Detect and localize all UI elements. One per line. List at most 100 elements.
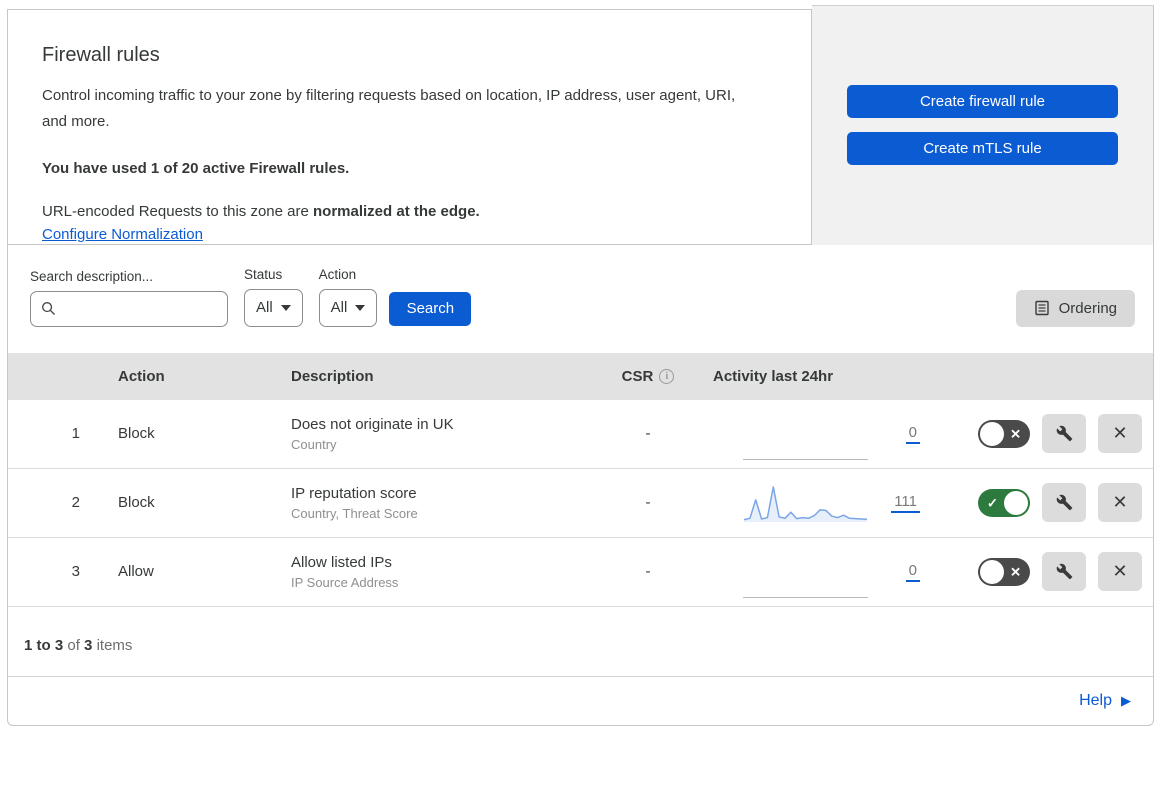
- check-icon: ✓: [987, 495, 998, 510]
- rule-criteria: Country, Threat Score: [291, 505, 418, 521]
- rule-description-cell: IP reputation score Country, Threat Scor…: [268, 485, 598, 521]
- action-selected-value: All: [330, 299, 348, 316]
- search-icon: [42, 302, 55, 315]
- edit-rule-button[interactable]: [1042, 414, 1086, 453]
- search-input[interactable]: [64, 299, 217, 318]
- summary-total: 3: [84, 636, 93, 654]
- chevron-down-icon: [355, 304, 366, 311]
- activity-sparkline: [743, 426, 868, 460]
- summary-range: 1 to 3: [24, 636, 64, 654]
- activity-sparkline: [743, 564, 868, 598]
- rule-index: 2: [71, 494, 80, 511]
- rule-csr-value: -: [645, 425, 651, 442]
- ordering-button-label: Ordering: [1058, 299, 1117, 317]
- rule-action: Block: [118, 425, 155, 442]
- rule-criteria: Country: [291, 436, 337, 452]
- column-action: Action: [118, 367, 165, 385]
- rule-description-cell: Does not originate in UK Country: [268, 416, 598, 452]
- rule-enabled-toggle[interactable]: ✓ ✕: [978, 488, 1030, 517]
- activity-count-link[interactable]: 0: [905, 424, 920, 444]
- activity-count-link[interactable]: 0: [905, 562, 920, 582]
- rule-activity-cell: 0: [698, 546, 928, 598]
- filter-bar: Search description... Status All Action: [8, 245, 1153, 353]
- create-mtls-rule-button[interactable]: Create mTLS rule: [847, 132, 1118, 166]
- page-title: Firewall rules: [42, 44, 160, 66]
- normalization-text: URL-encoded Requests to this zone are: [42, 202, 313, 220]
- edit-rule-button[interactable]: [1042, 483, 1086, 522]
- rule-description: Does not originate in UK: [291, 415, 454, 433]
- delete-rule-button[interactable]: ✕: [1098, 552, 1142, 591]
- toggle-knob: [980, 559, 1004, 584]
- action-label: Action: [318, 266, 357, 282]
- close-icon: ✕: [1112, 492, 1128, 512]
- x-icon: ✕: [1010, 426, 1021, 441]
- rule-description: IP reputation score: [291, 484, 417, 502]
- list-document-icon: [1034, 300, 1049, 316]
- close-icon: ✕: [1112, 423, 1128, 443]
- chevron-down-icon: [280, 304, 291, 311]
- column-csr-label: CSR: [621, 367, 654, 385]
- rule-activity-cell: 0: [698, 408, 928, 460]
- rule-description: Allow listed IPs: [291, 553, 392, 571]
- rule-enabled-toggle[interactable]: ✓ ✕: [978, 557, 1030, 586]
- page-header-section: Firewall rules Control incoming traffic …: [7, 5, 1154, 245]
- wrench-icon: [1056, 563, 1072, 580]
- rule-controls: ✓ ✕ ✕: [928, 414, 1153, 453]
- column-activity: Activity last 24hr: [713, 367, 834, 385]
- wrench-icon: [1056, 494, 1072, 511]
- close-icon: ✕: [1112, 561, 1128, 581]
- column-csr: CSR i: [598, 368, 698, 385]
- action-filter-group: Action All: [318, 266, 378, 327]
- rule-index: 1: [71, 425, 80, 442]
- rule-controls: ✓ ✕ ✕: [928, 552, 1153, 591]
- arrow-right-icon: ▶: [1121, 692, 1131, 708]
- rule-description-cell: Allow listed IPs IP Source Address: [268, 554, 598, 590]
- delete-rule-button[interactable]: ✕: [1098, 483, 1142, 522]
- table-header: Action Description CSR i Activity last 2…: [8, 352, 1153, 400]
- rule-index: 3: [71, 563, 80, 580]
- wrench-icon: [1056, 425, 1072, 442]
- activity-sparkline: [743, 482, 868, 524]
- delete-rule-button[interactable]: ✕: [1098, 414, 1142, 453]
- search-button[interactable]: Search: [389, 291, 472, 326]
- x-icon: ✕: [1010, 564, 1021, 579]
- normalization-bold-text: normalized at the edge.: [313, 202, 480, 220]
- rule-enabled-toggle[interactable]: ✓ ✕: [978, 419, 1030, 448]
- summary-of: of: [67, 636, 80, 654]
- rule-action: Allow: [118, 563, 154, 580]
- table-row: 1 Block Does not originate in UK Country…: [8, 400, 1153, 469]
- status-selected-value: All: [256, 299, 273, 316]
- status-select[interactable]: All: [244, 288, 303, 327]
- search-label: Search description...: [30, 268, 154, 284]
- rule-csr-value: -: [645, 563, 651, 580]
- normalization-note: URL-encoded Requests to this zone are no…: [42, 203, 751, 220]
- help-link-label: Help: [1079, 691, 1112, 709]
- create-firewall-rule-button[interactable]: Create firewall rule: [847, 85, 1118, 119]
- rule-controls: ✓ ✕ ✕: [928, 483, 1153, 522]
- toggle-knob: [980, 421, 1004, 446]
- activity-count-link[interactable]: 111: [891, 493, 920, 513]
- info-icon[interactable]: i: [659, 368, 675, 384]
- column-description: Description: [291, 367, 374, 385]
- edit-rule-button[interactable]: [1042, 552, 1086, 591]
- status-label: Status: [244, 266, 283, 282]
- table-row: 2 Block IP reputation score Country, Thr…: [8, 469, 1153, 538]
- ordering-button[interactable]: Ordering: [1015, 289, 1135, 327]
- rules-panel: Search description... Status All Action: [7, 243, 1154, 726]
- help-bar: Help ▶: [8, 675, 1153, 725]
- page-description: Control incoming traffic to your zone by…: [42, 87, 736, 131]
- rule-criteria: IP Source Address: [291, 574, 399, 590]
- rule-activity-cell: 111: [698, 482, 928, 524]
- header-card: Firewall rules Control incoming traffic …: [7, 9, 812, 245]
- rule-action: Block: [118, 494, 155, 511]
- firewall-rules-page: Firewall rules Control incoming traffic …: [7, 5, 1154, 726]
- usage-note: You have used 1 of 20 active Firewall ru…: [42, 159, 350, 177]
- rule-csr-value: -: [645, 494, 651, 511]
- help-link[interactable]: Help ▶: [1079, 692, 1131, 710]
- action-select[interactable]: All: [318, 288, 378, 327]
- configure-normalization-link[interactable]: Configure Normalization: [42, 226, 203, 243]
- table-row: 3 Allow Allow listed IPs IP Source Addre…: [8, 538, 1153, 607]
- cta-panel: Create firewall rule Create mTLS rule: [812, 5, 1154, 245]
- search-group: Search description...: [30, 269, 228, 327]
- pagination-summary: 1 to 3 of 3 items: [8, 607, 1153, 676]
